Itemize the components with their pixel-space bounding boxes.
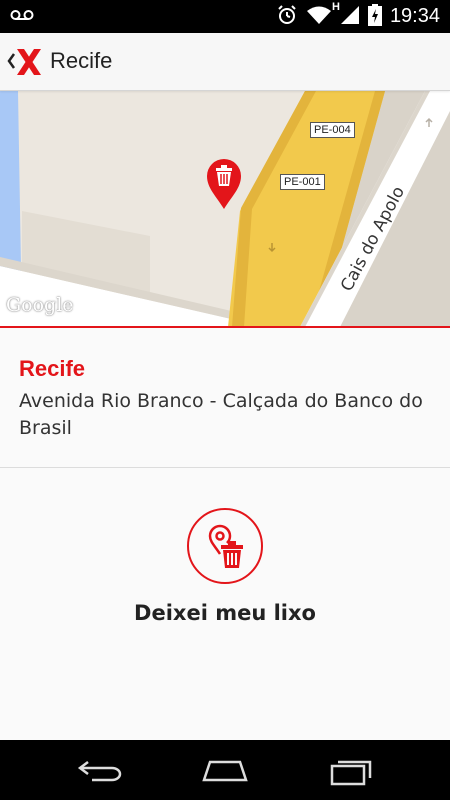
attribution-text: Google	[6, 294, 74, 316]
recent-apps-icon	[326, 760, 376, 792]
status-clock: 19:34	[389, 5, 440, 27]
network-type-label: H	[331, 0, 340, 13]
road-label-text: PE-001	[284, 176, 321, 188]
google-attribution: Google	[6, 294, 74, 316]
alarm-icon	[276, 4, 298, 30]
home-icon	[200, 760, 250, 792]
drop-trash-button[interactable]	[187, 508, 263, 584]
location-trash-icon	[207, 524, 247, 574]
road-label-text: PE-004	[314, 124, 351, 136]
trash-marker-icon[interactable]	[206, 158, 242, 214]
location-city: Recife	[19, 356, 86, 381]
location-address: Avenida Rio Branco - Calçada do Banco do…	[19, 390, 423, 439]
back-chevron-icon	[6, 52, 16, 74]
battery-charging-icon	[367, 3, 382, 30]
nav-home-button[interactable]	[200, 754, 250, 788]
road-label-pe-001: PE-001	[280, 174, 325, 190]
status-bar: H 19:34	[0, 0, 450, 33]
action-area: Deixei meu lixo	[0, 468, 450, 740]
signal-icon: H	[332, 1, 360, 29]
nav-back-button[interactable]	[76, 754, 126, 788]
road-label-pe-004: PE-004	[310, 122, 355, 138]
back-icon	[76, 761, 126, 792]
nav-recent-apps-button[interactable]	[326, 754, 376, 788]
screen: H 19:34 Recife PE-004 PE-001 Cais do Apo…	[0, 0, 450, 800]
voicemail-icon	[10, 8, 34, 27]
map-view[interactable]: PE-004 PE-001 Cais do Apolo Google	[0, 91, 450, 327]
navigation-bar	[0, 740, 450, 800]
action-bar: Recife	[0, 33, 450, 91]
wifi-icon	[306, 5, 332, 29]
location-info: Recife Avenida Rio Branco - Calçada do B…	[0, 328, 450, 468]
app-logo-x-icon	[16, 48, 42, 80]
back-button[interactable]	[6, 47, 46, 77]
drop-trash-label[interactable]: Deixei meu lixo	[0, 601, 450, 625]
page-title: Recife	[50, 48, 113, 73]
